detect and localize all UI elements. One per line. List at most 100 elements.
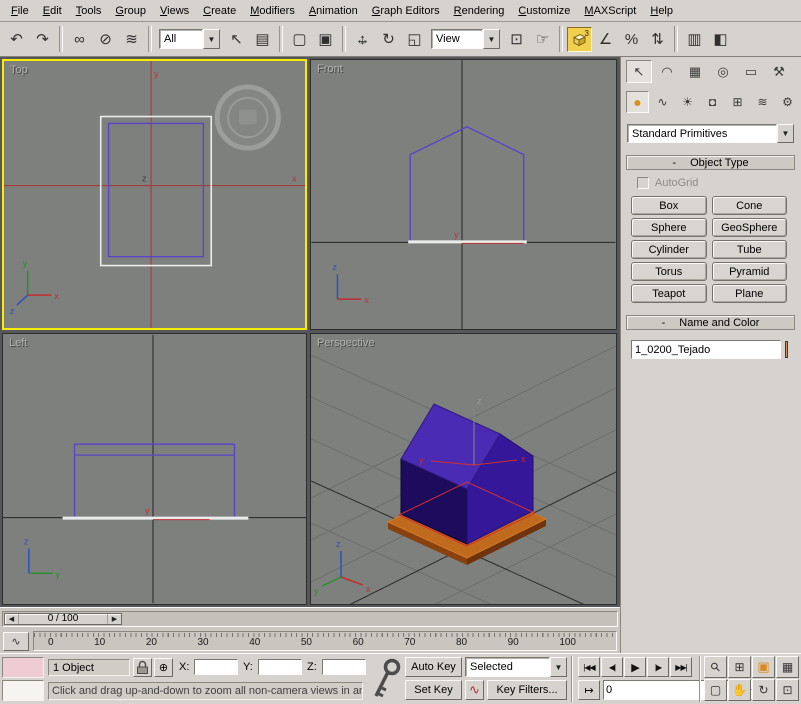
select-and-move-button[interactable]: ↔ ↕: [350, 27, 375, 52]
viewport-front[interactable]: Front y z x: [310, 59, 617, 330]
menu-help[interactable]: Help: [643, 1, 680, 21]
zoom-extents-all-button[interactable]: ▦: [776, 656, 799, 678]
pyramid-button[interactable]: Pyramid: [712, 262, 788, 281]
zoom-all-button[interactable]: ⊞: [728, 656, 751, 678]
previous-frame-arrow-icon[interactable]: ◀: [5, 614, 18, 624]
track-bar-ruler[interactable]: 0 10 20 30 40 50 60 70 80 90 100: [33, 631, 617, 651]
teapot-button[interactable]: Teapot: [631, 284, 707, 303]
select-and-manipulate-button[interactable]: ☞: [530, 27, 555, 52]
viewport-top[interactable]: Top y x z y x: [2, 59, 307, 330]
primitive-set-dropdown[interactable]: Standard Primitives ▼: [627, 124, 794, 143]
tab-create[interactable]: ↖: [626, 60, 652, 83]
mini-curve-editor-button[interactable]: ∿: [3, 632, 29, 651]
autogrid-checkbox[interactable]: [637, 177, 649, 189]
category-geometry[interactable]: ●: [626, 91, 649, 113]
select-and-link-button[interactable]: ∞: [67, 27, 92, 52]
category-space-warps[interactable]: ≋: [751, 91, 774, 113]
menu-edit[interactable]: Edit: [36, 1, 69, 21]
torus-button[interactable]: Torus: [631, 262, 707, 281]
menu-file[interactable]: File: [4, 1, 36, 21]
unlink-selection-button[interactable]: ⊘: [93, 27, 118, 52]
mirror-button[interactable]: ◧: [708, 27, 733, 52]
reference-coordinate-dropdown[interactable]: View ▼: [431, 29, 500, 49]
object-color-swatch[interactable]: [785, 341, 788, 358]
key-mode-toggle-button[interactable]: ↦: [578, 680, 600, 700]
y-coordinate-field[interactable]: [258, 659, 302, 675]
tab-motion[interactable]: ◎: [710, 60, 736, 83]
next-key-button[interactable]: |▶: [647, 657, 669, 677]
menu-graph-editors[interactable]: Graph Editors: [365, 1, 447, 21]
menu-maxscript[interactable]: MAXScript: [577, 1, 643, 21]
key-filters-button[interactable]: Key Filters...: [487, 680, 567, 700]
selection-lock-button[interactable]: [133, 658, 152, 677]
snaps-toggle-button[interactable]: 3: [567, 27, 592, 52]
menu-tools[interactable]: Tools: [69, 1, 109, 21]
zoom-extents-button[interactable]: ▣: [752, 656, 775, 678]
object-type-rollout[interactable]: - Object Type: [626, 155, 795, 170]
set-key-button[interactable]: Set Key: [405, 680, 462, 700]
select-and-rotate-button[interactable]: ↻: [376, 27, 401, 52]
cylinder-button[interactable]: Cylinder: [631, 240, 707, 259]
set-keys-button[interactable]: [368, 655, 402, 702]
key-selection-dropdown[interactable]: Selected ▼: [465, 657, 567, 677]
use-center-button[interactable]: ⊡: [504, 27, 529, 52]
category-cameras[interactable]: ◘: [701, 91, 724, 113]
chevron-down-icon[interactable]: ▼: [550, 657, 567, 677]
menu-animation[interactable]: Animation: [302, 1, 365, 21]
object-name-input[interactable]: [631, 340, 781, 359]
rectangular-selection-region-button[interactable]: ▢: [287, 27, 312, 52]
play-button[interactable]: ▶: [624, 657, 646, 677]
angle-snap-button[interactable]: ∠: [593, 27, 618, 52]
zoom-button[interactable]: ⚲: [704, 656, 727, 678]
bind-to-space-warp-button[interactable]: ≋: [119, 27, 144, 52]
z-coordinate-field[interactable]: [322, 659, 366, 675]
box-button[interactable]: Box: [631, 196, 707, 215]
chevron-down-icon[interactable]: ▼: [777, 124, 794, 143]
named-selection-sets-button[interactable]: ▥: [682, 27, 707, 52]
tab-display[interactable]: ▭: [738, 60, 764, 83]
default-in-out-tangents-button[interactable]: ∿: [465, 680, 484, 700]
chevron-down-icon[interactable]: ▼: [483, 29, 500, 49]
region-zoom-button[interactable]: ▢: [704, 679, 727, 701]
tube-button[interactable]: Tube: [712, 240, 788, 259]
time-slider-track[interactable]: ◀ 0 / 100 ▶: [2, 611, 618, 627]
menu-customize[interactable]: Customize: [511, 1, 577, 21]
window-crossing-toggle-button[interactable]: ▣: [313, 27, 338, 52]
undo-button[interactable]: ↶: [4, 27, 29, 52]
menu-rendering[interactable]: Rendering: [447, 1, 512, 21]
pan-button[interactable]: ✋: [728, 679, 751, 701]
arc-rotate-button[interactable]: ↻: [752, 679, 775, 701]
menu-views[interactable]: Views: [153, 1, 196, 21]
time-slider-handle[interactable]: ◀ 0 / 100 ▶: [4, 613, 122, 625]
previous-key-button[interactable]: ◀|: [601, 657, 623, 677]
category-systems[interactable]: ⚙: [776, 91, 799, 113]
menu-modifiers[interactable]: Modifiers: [243, 1, 302, 21]
x-coordinate-field[interactable]: [194, 659, 238, 675]
viewport-front-label[interactable]: Front: [317, 63, 343, 75]
redo-button[interactable]: ↷: [30, 27, 55, 52]
selection-filter-dropdown[interactable]: All ▼: [159, 29, 220, 49]
chevron-down-icon[interactable]: ▼: [203, 29, 220, 49]
sphere-button[interactable]: Sphere: [631, 218, 707, 237]
select-by-name-button[interactable]: ▤: [250, 27, 275, 52]
category-helpers[interactable]: ⊞: [726, 91, 749, 113]
viewport-left[interactable]: Left y z y: [2, 333, 307, 605]
next-frame-arrow-icon[interactable]: ▶: [108, 614, 121, 624]
geosphere-button[interactable]: GeoSphere: [712, 218, 788, 237]
plane-button[interactable]: Plane: [712, 284, 788, 303]
viewport-top-label[interactable]: Top: [10, 64, 28, 76]
category-shapes[interactable]: ∿: [651, 91, 674, 113]
min-max-toggle-button[interactable]: ⊡: [776, 679, 799, 701]
viewport-perspective[interactable]: Perspective: [310, 333, 617, 605]
spinner-snap-button[interactable]: ⇅: [645, 27, 670, 52]
go-to-end-button[interactable]: ▶▶|: [670, 657, 692, 677]
tab-modify[interactable]: ◠: [654, 60, 680, 83]
absolute-offset-mode-button[interactable]: ⊕: [154, 658, 173, 677]
percent-snap-button[interactable]: %: [619, 27, 644, 52]
go-to-start-button[interactable]: |◀◀: [578, 657, 600, 677]
select-object-button[interactable]: ↖: [224, 27, 249, 52]
auto-key-button[interactable]: Auto Key: [405, 657, 462, 677]
select-and-scale-button[interactable]: ◱: [402, 27, 427, 52]
menu-group[interactable]: Group: [108, 1, 153, 21]
tab-utilities[interactable]: ⚒: [766, 60, 792, 83]
